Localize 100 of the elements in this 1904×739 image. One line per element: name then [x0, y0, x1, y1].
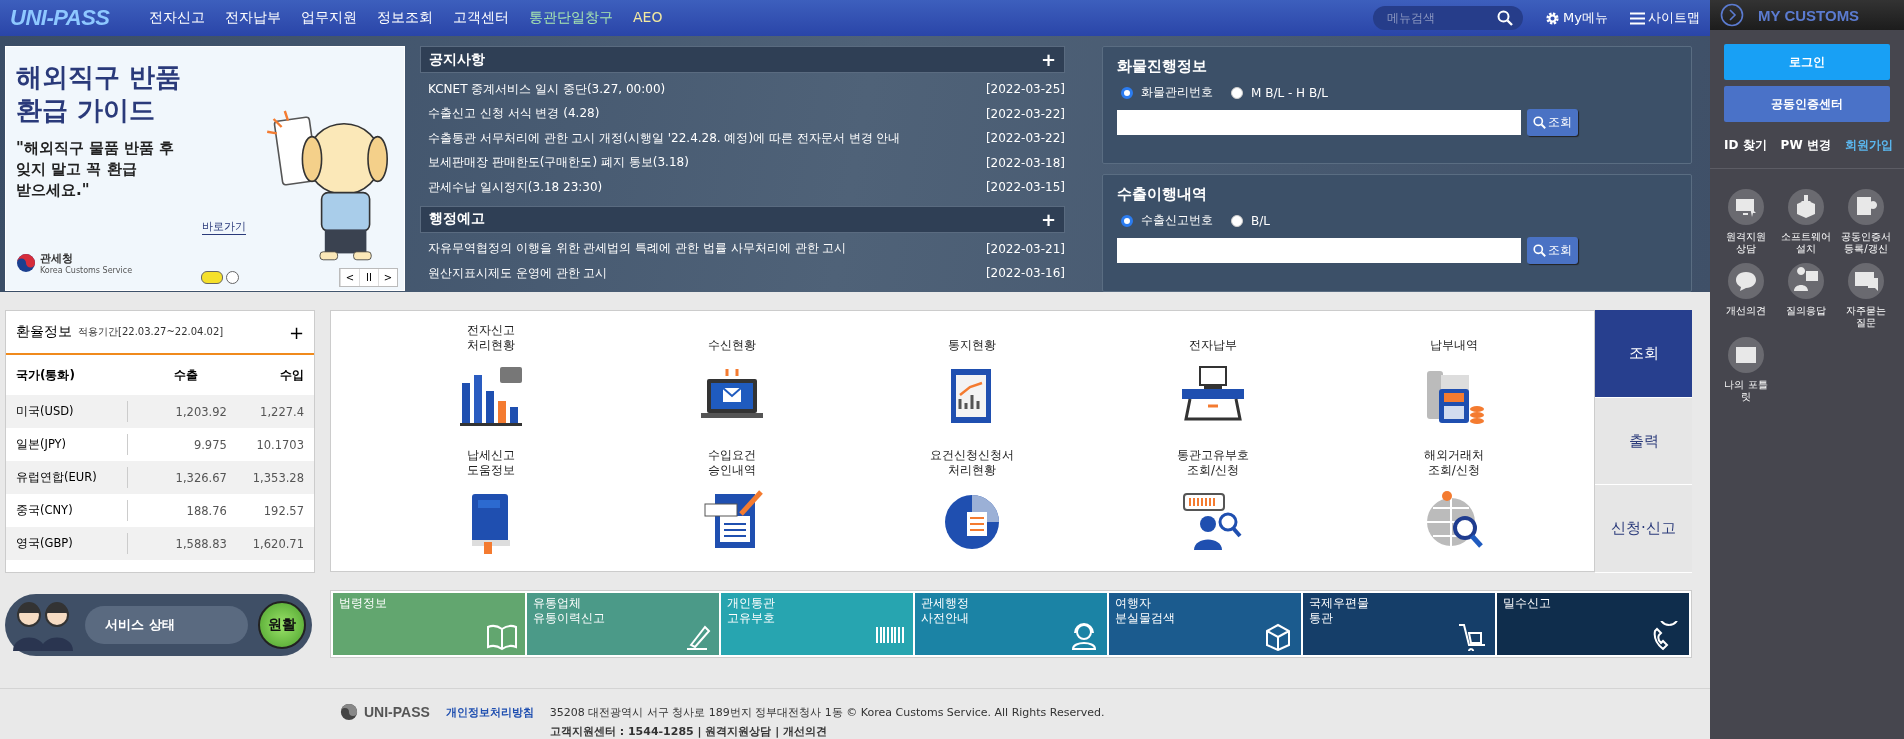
tool-link-label: 나의 포틀 릿 — [1724, 379, 1768, 403]
nav-link[interactable]: 전자납부 — [225, 9, 281, 27]
notice-date: [2022-03-16] — [985, 266, 1065, 281]
nav-link[interactable]: AEO — [633, 9, 663, 27]
my-menu-link[interactable]: My메뉴 — [1545, 9, 1608, 27]
radio-label: M B/L - H B/L — [1251, 85, 1328, 100]
sidebar-title: MY CUSTOMS — [1758, 6, 1860, 24]
radio-label: B/L — [1251, 213, 1270, 228]
service-link[interactable]: 전자신고 처리현황 — [467, 321, 516, 353]
nav-link[interactable]: 업무지원 — [301, 9, 357, 27]
footer-contact: 고객지원센터 : 1544-1285 | 원격지원상담 | 개선의견 — [549, 724, 829, 739]
service-link[interactable]: 해외거래처 조회/신청 — [1423, 446, 1484, 478]
more-link[interactable]: + — [1040, 208, 1056, 230]
privacy-policy-link[interactable]: 개인정보처리방침 — [445, 705, 534, 720]
footer-logo: UNI-PASS — [340, 703, 430, 721]
chat-bubbles-icon[interactable] — [1848, 263, 1884, 299]
notice-link[interactable]: 자유무역협정의 이행을 위한 관세법의 특례에 관한 법률 사무처리에 관한 고시 — [428, 240, 847, 258]
promo-banner[interactable]: 해외직구 반품 환급 가이드 "해외직구 물품 반품 후 잊지 말고 꼭 환급 받으세요." 바로가기 관세청 Korea Customs Service < II > — [5, 46, 405, 291]
quick-link-tile[interactable]: 국제우편물 통관 — [1303, 593, 1495, 655]
lookup-input-field[interactable] — [1117, 110, 1521, 135]
radio-button[interactable] — [1231, 86, 1243, 99]
notice-date: [2022-03-22] — [985, 131, 1065, 146]
notice-link[interactable]: 원산지표시제도 운영에 관한 고시 — [428, 264, 608, 282]
table-cell: 미국(USD) — [16, 401, 128, 422]
table-cell-text: 10.1703 — [255, 437, 304, 452]
column-header: 국가(통화) — [16, 366, 76, 384]
table-cell: 중국(CNY) — [16, 500, 128, 521]
table-cell-text: 1,326.67 — [174, 470, 227, 485]
rate-period: 적용기간[22.03.27~22.04.02] — [78, 325, 224, 339]
banner-quote: "해외직구 물품 반품 후 잊지 말고 꼭 환급 받으세요." — [16, 138, 176, 201]
table-cell-text: 192.57 — [262, 503, 304, 518]
search-icon — [1533, 116, 1546, 129]
service-link[interactable]: 통관고유부호 조회/신청 — [1177, 446, 1250, 478]
column-header: 수입 — [279, 366, 304, 384]
service-link[interactable]: 수입요건 승인내역 — [707, 446, 756, 478]
check-bubble-icon[interactable] — [1728, 263, 1764, 299]
notice-section-title: 공지사항 — [429, 50, 485, 69]
notice-date: [2022-03-25] — [985, 82, 1065, 97]
logo[interactable]: UNI-PASS — [10, 5, 135, 31]
account-link[interactable]: 회원가입 — [1844, 136, 1893, 154]
account-link[interactable]: PW 변경 — [1780, 136, 1831, 154]
gear-icon — [1545, 10, 1561, 26]
tool-link-label: 질의응답 — [1786, 305, 1826, 317]
service-link[interactable]: 납부내역 — [1429, 321, 1478, 353]
tool-link-label: 자주묻는 질문 — [1846, 305, 1886, 329]
menu-icon — [1630, 11, 1645, 25]
status-badge: 원활 — [258, 601, 306, 649]
panel-title: 수출이행내역 — [1117, 185, 1208, 204]
notice-date: [2022-03-21] — [985, 241, 1065, 256]
radio-button[interactable] — [1121, 86, 1133, 99]
radio-label: 화물관리번호 — [1141, 84, 1213, 101]
notice-link[interactable]: 수출통관 서무처리에 관한 고시 개정(시행일 '22.4.28. 예정)에 따른 전자문서 변경 안내 — [428, 129, 901, 147]
table-cell-text: 188.76 — [185, 503, 227, 518]
notice-link[interactable]: 관세수납 일시정지(3.18 23:30) — [428, 178, 603, 196]
quick-link-tile[interactable]: 밀수신고 — [1497, 593, 1689, 655]
table-cell: 일본(JPY) — [16, 434, 128, 455]
service-link[interactable]: 납세신고 도움정보 — [467, 446, 516, 478]
chevron-circle-icon[interactable] — [1720, 3, 1744, 27]
tool-link-label: 공동인증서 등록/갱신 — [1841, 231, 1891, 255]
search-icon[interactable] — [1497, 10, 1514, 26]
sitemap-link[interactable]: 사이트맵 — [1630, 9, 1700, 27]
notice-link[interactable]: 수출신고 신청 서식 변경 (4.28) — [428, 105, 600, 123]
lookup-button[interactable]: 조회 — [1527, 237, 1578, 264]
notice-link[interactable]: KCNET 중계서비스 일시 중단(3.27, 00:00) — [428, 80, 666, 98]
service-link[interactable]: 통지현황 — [948, 321, 997, 353]
table-cell-text: 1,227.4 — [259, 404, 304, 419]
quick-link-tile[interactable]: 관세행정 사전안내 — [915, 593, 1107, 655]
radio-button[interactable] — [1121, 214, 1133, 227]
more-link[interactable]: + — [1040, 49, 1056, 70]
notice-date: [2022-03-15] — [985, 180, 1065, 195]
emblem-icon — [340, 703, 358, 721]
nav-link[interactable]: 통관단일창구 — [529, 9, 613, 27]
person-chat-icon[interactable] — [1788, 263, 1824, 299]
table-cell-text: 1,353.28 — [251, 470, 304, 485]
service-tab[interactable]: 조회 — [1595, 310, 1692, 398]
nav-link[interactable]: 전자신고 — [149, 9, 205, 27]
notice-date: [2022-03-22] — [985, 106, 1065, 121]
notice-link[interactable]: 보세판매장 판매한도(구매한도) 폐지 통보(3.18) — [428, 154, 689, 172]
account-link[interactable]: ID 찾기 — [1724, 136, 1767, 154]
service-link[interactable]: 전자납부 — [1189, 321, 1238, 353]
quick-link-tile[interactable]: 여행자 분실물검색 — [1109, 593, 1301, 655]
more-link[interactable]: + — [288, 321, 304, 343]
radio-button[interactable] — [1231, 214, 1243, 227]
certificate-center-button[interactable]: 공동인증센터 — [1724, 86, 1890, 122]
table-cell-text: 1,620.71 — [251, 536, 304, 551]
lookup-button[interactable]: 조회 — [1527, 109, 1578, 136]
monitor-cursor-icon[interactable] — [1728, 189, 1764, 225]
service-link[interactable]: 수신현황 — [707, 321, 756, 353]
table-cell-text: 1,203.92 — [174, 404, 227, 419]
agency-name: 관세청 — [40, 251, 74, 266]
service-link[interactable]: 요건신청신청서 처리현황 — [930, 446, 1015, 478]
column-header: 수출 — [173, 366, 200, 384]
menu-search-field[interactable]: 메뉴검색 — [1373, 6, 1524, 30]
nav-link[interactable]: 정보조회 — [377, 9, 433, 27]
lookup-input-field[interactable] — [1117, 238, 1521, 263]
slide-dot[interactable] — [226, 271, 239, 284]
nav-link[interactable]: 고객센터 — [453, 9, 509, 27]
tool-link-label: 소프트웨어 설치 — [1781, 231, 1831, 255]
banner-link[interactable]: 바로가기 — [202, 219, 246, 235]
agency-english-name: Korea Customs Service — [40, 266, 133, 275]
